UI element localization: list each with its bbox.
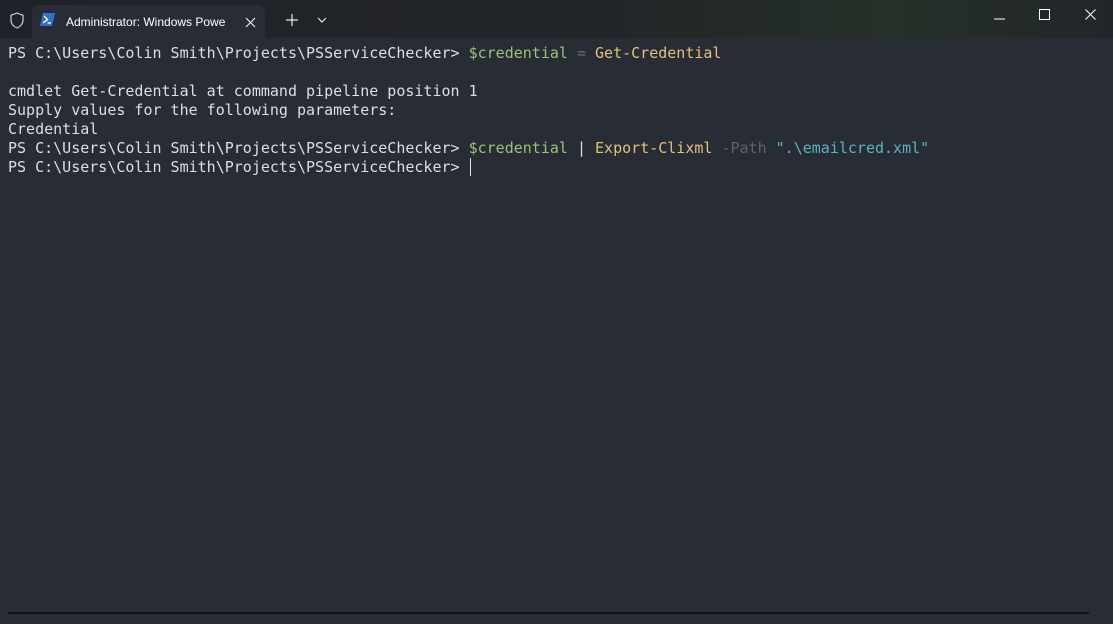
text-cursor xyxy=(469,158,471,176)
terminal-line: PS C:\Users\Colin Smith\Projects\PSServi… xyxy=(8,139,929,158)
prompt: PS C:\Users\Colin Smith\Projects\PSServi… xyxy=(8,44,469,62)
terminal-line: PS C:\Users\Colin Smith\Projects\PSServi… xyxy=(8,44,721,63)
minimize-button[interactable] xyxy=(976,0,1022,32)
string-token: ".\emailcred.xml" xyxy=(775,139,930,157)
close-tab-icon[interactable] xyxy=(242,14,258,30)
close-button[interactable] xyxy=(1067,0,1113,32)
variable-token: $credential xyxy=(468,139,568,157)
command-token: Get-Credential xyxy=(595,44,722,62)
shield-icon[interactable] xyxy=(6,9,28,31)
powershell-icon xyxy=(40,13,55,26)
close-icon xyxy=(1084,7,1096,25)
plus-icon[interactable] xyxy=(282,10,302,30)
command-token: Export-Clixml xyxy=(595,139,713,157)
chevron-down-icon[interactable] xyxy=(312,10,332,30)
maximize-button[interactable] xyxy=(1021,0,1067,32)
operator-token: = xyxy=(567,44,596,62)
horizontal-scrollbar[interactable] xyxy=(8,612,1089,614)
tab-windows-powershell[interactable]: Administrator: Windows Powe xyxy=(32,5,265,38)
title-bar[interactable]: Administrator: Windows Powe xyxy=(0,0,1113,38)
terminal-line: Credential xyxy=(8,120,99,138)
terminal-window: Administrator: Windows Powe PS C:\Users\… xyxy=(0,0,1113,624)
variable-token: $credential xyxy=(468,44,568,62)
prompt: PS C:\Users\Colin Smith\Projects\PSServi… xyxy=(8,158,469,176)
prompt: PS C:\Users\Colin Smith\Projects\PSServi… xyxy=(8,139,469,157)
parameter-token: -Path xyxy=(712,139,776,157)
terminal-output[interactable]: PS C:\Users\Colin Smith\Projects\PSServi… xyxy=(0,38,1113,624)
terminal-input-line[interactable]: PS C:\Users\Colin Smith\Projects\PSServi… xyxy=(8,158,471,177)
terminal-line: cmdlet Get-Credential at command pipelin… xyxy=(8,82,478,100)
terminal-line: Supply values for the following paramete… xyxy=(8,101,397,119)
maximize-icon xyxy=(1038,7,1050,25)
minimize-icon xyxy=(993,7,1005,25)
tab-title: Administrator: Windows Powe xyxy=(66,15,226,29)
pipe-token: | xyxy=(567,139,596,157)
